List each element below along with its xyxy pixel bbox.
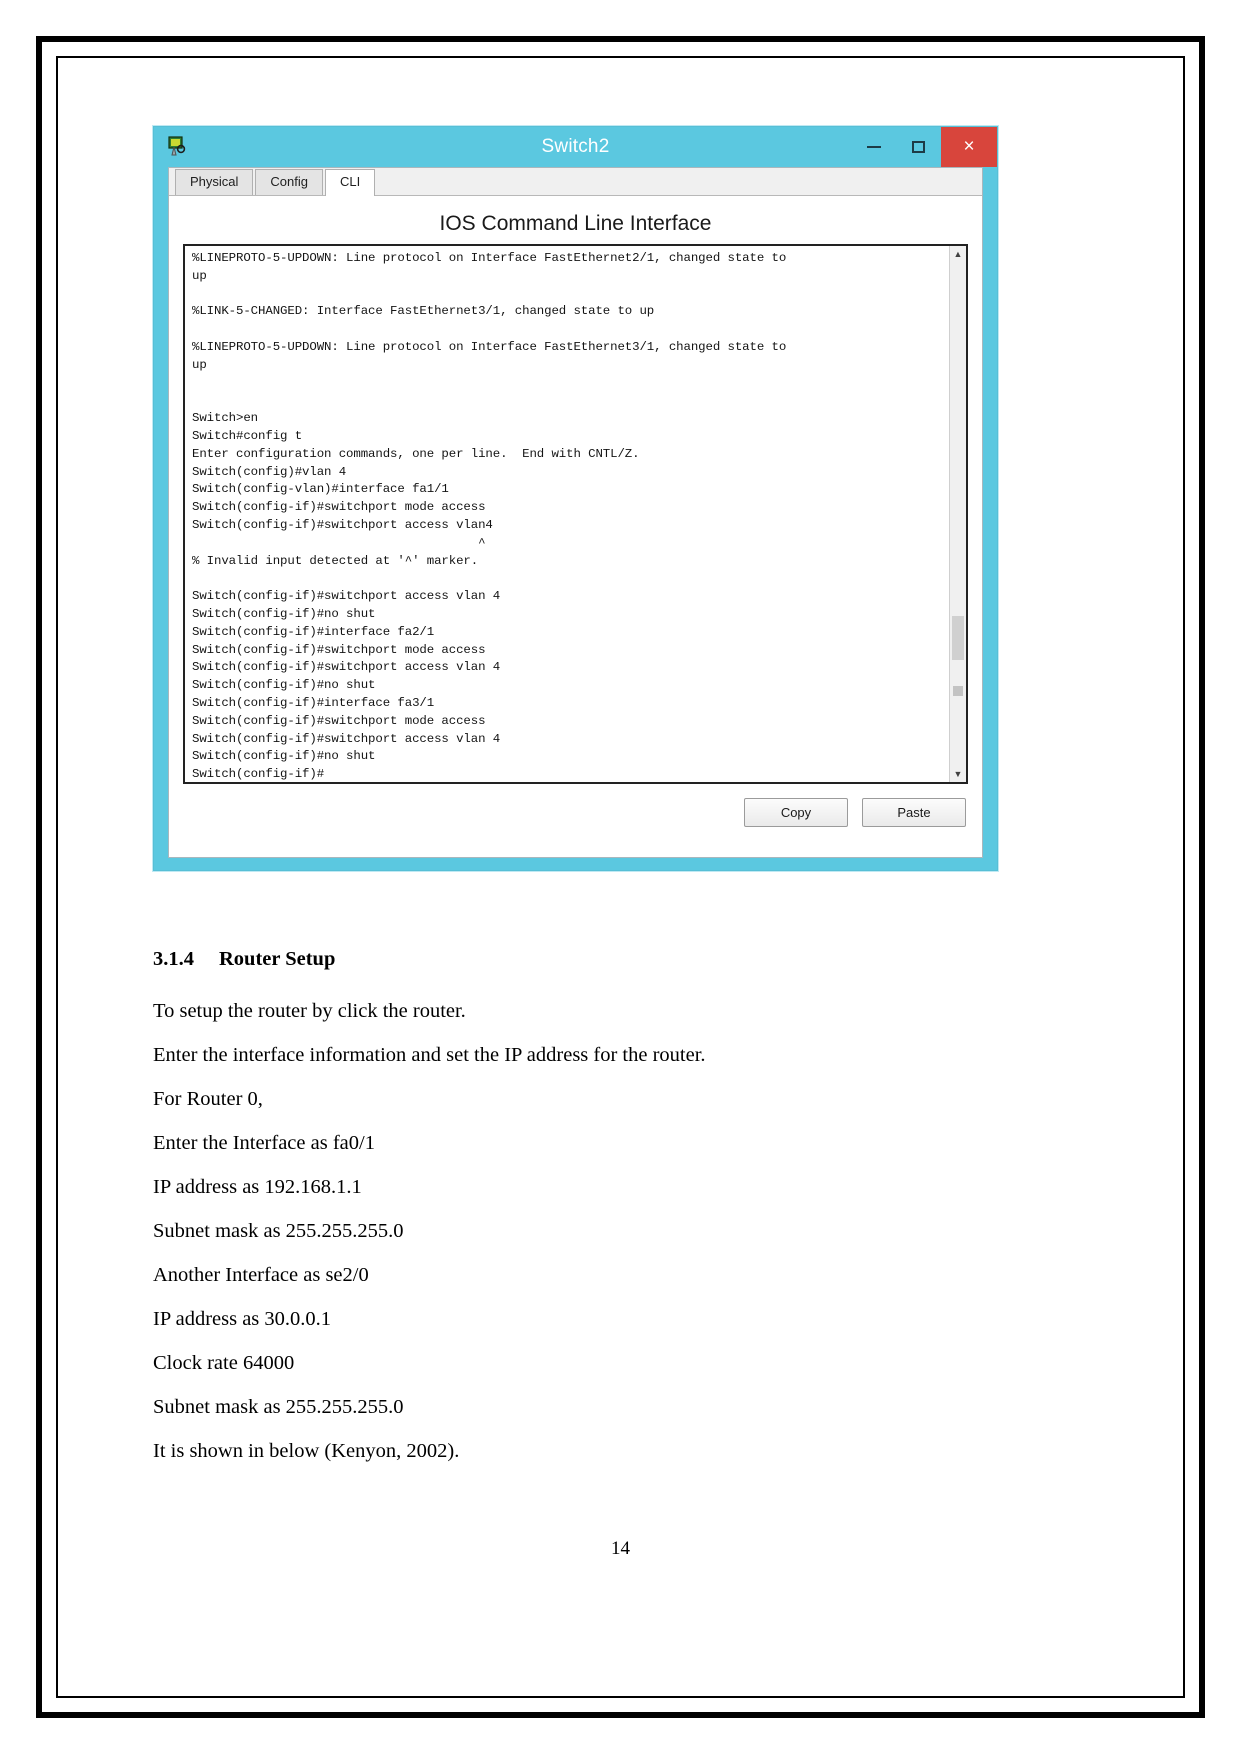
tab-physical[interactable]: Physical [175, 169, 254, 195]
terminal-output[interactable]: %LINEPROTO-5-UPDOWN: Line protocol on In… [185, 246, 949, 782]
cli-button-row: Copy Paste [183, 784, 968, 827]
paragraph-10: Subnet mask as 255.255.255.0 [153, 1396, 404, 1418]
section-number: 3.1.4 [153, 948, 194, 970]
paragraph-9: Clock rate 64000 [153, 1352, 295, 1374]
paragraph-7: Another Interface as se2/0 [153, 1264, 369, 1286]
minimize-button[interactable] [851, 127, 896, 167]
paragraph-4: Enter the Interface as fa0/1 [153, 1132, 375, 1154]
page-border-outer: Switch2 × Physical Config CLI IOS Comman… [36, 36, 1205, 1718]
close-button[interactable]: × [941, 127, 997, 167]
scroll-up-icon[interactable]: ▲ [950, 246, 966, 262]
tab-config[interactable]: Config [255, 169, 323, 195]
paragraph-2: Enter the interface information and set … [153, 1044, 706, 1066]
paragraph-11: It is shown in below (Kenyon, 2002). [153, 1440, 460, 1462]
section-heading: 3.1.4 Router Setup [153, 948, 1033, 971]
cli-panel: IOS Command Line Interface %LINEPROTO-5-… [169, 196, 982, 857]
paragraph-5: IP address as 192.168.1.1 [153, 1176, 362, 1198]
paragraph-3: For Router 0, [153, 1088, 263, 1110]
terminal-scrollbar[interactable]: ▲ ▼ [949, 246, 966, 782]
minimize-icon [866, 146, 881, 148]
scrollbar-thumb[interactable] [952, 616, 964, 660]
paragraph-8: IP address as 30.0.0.1 [153, 1308, 332, 1330]
page-content: Switch2 × Physical Config CLI IOS Comman… [58, 58, 1183, 1696]
paste-button[interactable]: Paste [862, 798, 966, 827]
terminal-container: %LINEPROTO-5-UPDOWN: Line protocol on In… [183, 244, 968, 784]
device-window: Switch2 × Physical Config CLI IOS Comman… [153, 126, 998, 871]
section-title: Router Setup [219, 948, 336, 970]
page-border-inner: Switch2 × Physical Config CLI IOS Comman… [56, 56, 1185, 1698]
scroll-down-icon[interactable]: ▼ [950, 766, 966, 782]
window-controls: × [851, 127, 997, 167]
paragraph-6: Subnet mask as 255.255.255.0 [153, 1220, 404, 1242]
scrollbar-thumb-secondary[interactable] [953, 686, 963, 696]
page-number: 14 [611, 1538, 630, 1559]
tab-cli[interactable]: CLI [325, 169, 376, 196]
document-body: 3.1.4 Router Setup To setup the router by… [153, 948, 1033, 1473]
maximize-button[interactable] [896, 127, 941, 167]
packet-tracer-switch-icon [166, 135, 188, 157]
paragraph-1: To setup the router by click the router. [153, 1000, 466, 1022]
window-titlebar[interactable]: Switch2 × [154, 127, 997, 167]
copy-button[interactable]: Copy [744, 798, 848, 827]
panel-title: IOS Command Line Interface [439, 212, 712, 235]
tab-strip: Physical Config CLI [169, 168, 982, 196]
maximize-icon [912, 141, 925, 153]
window-body: Physical Config CLI IOS Command Line Int… [168, 167, 983, 858]
